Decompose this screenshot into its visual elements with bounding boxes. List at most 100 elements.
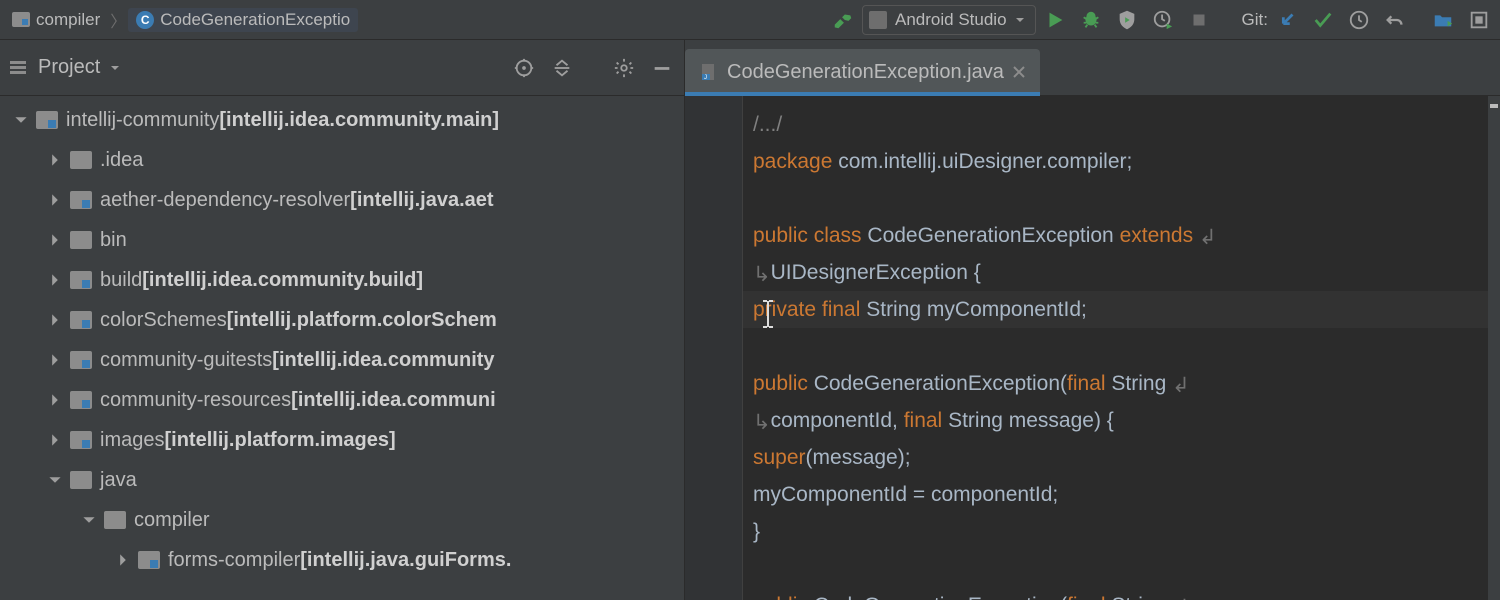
breadcrumb-file-label: CodeGenerationExceptio — [160, 10, 350, 30]
breadcrumb-folder[interactable]: compiler — [4, 8, 108, 32]
open-folder-icon — [1432, 9, 1454, 31]
clock-icon — [1348, 9, 1370, 31]
tree-item[interactable]: colorSchemes [intellij.platform.colorSch… — [0, 300, 684, 340]
chevron-down-icon — [82, 513, 96, 527]
folder-icon — [70, 471, 92, 489]
editor-gutter[interactable] — [685, 96, 743, 600]
tree-item[interactable]: images [intellij.platform.images] — [0, 420, 684, 460]
code-line: myComponentId = componentId; — [753, 476, 1488, 513]
gear-icon — [613, 57, 635, 79]
module-folder-icon — [70, 431, 92, 449]
chevron-right-icon — [48, 233, 62, 247]
folder-icon — [70, 231, 92, 249]
chevron-right-icon — [48, 273, 62, 287]
tree-item[interactable]: community-resources [intellij.idea.commu… — [0, 380, 684, 420]
editor-scrollbar[interactable] — [1488, 96, 1500, 600]
chevron-down-icon — [14, 113, 28, 127]
code-line: private final String myComponentId; — [753, 291, 1488, 328]
open-folder-button[interactable] — [1426, 3, 1460, 37]
tree-item[interactable]: aether-dependency-resolver [intellij.jav… — [0, 180, 684, 220]
profiler-button[interactable] — [1146, 3, 1180, 37]
hammer-icon — [832, 9, 854, 31]
project-icon — [8, 58, 28, 78]
code-line: /.../ — [753, 106, 1488, 143]
git-rollback-button[interactable] — [1378, 3, 1412, 37]
chevron-right-icon — [48, 193, 62, 207]
clock-run-icon — [1152, 9, 1174, 31]
editor-tab[interactable]: J CodeGenerationException.java — [685, 49, 1040, 95]
breadcrumb-separator: 〉 — [110, 8, 126, 32]
code-line: ↳UIDesignerException { — [753, 254, 1488, 291]
tree-item[interactable]: community-guitests [intellij.idea.commun… — [0, 340, 684, 380]
module-folder-icon — [70, 391, 92, 409]
tree-item[interactable]: compiler — [0, 500, 684, 540]
minimize-icon — [651, 57, 673, 79]
code-line — [753, 328, 1488, 365]
tree-item-label: .idea — [100, 149, 143, 172]
breadcrumb-file[interactable]: C CodeGenerationExceptio — [128, 8, 358, 32]
search-everywhere-icon — [1468, 9, 1490, 31]
collapse-all-button[interactable] — [548, 54, 576, 82]
tree-item-qualifier: [intellij.java.aet — [350, 189, 493, 212]
git-update-button[interactable] — [1270, 3, 1304, 37]
hide-panel-button[interactable] — [648, 54, 676, 82]
stop-icon — [1188, 9, 1210, 31]
arrow-down-left-icon — [1276, 9, 1298, 31]
tree-item[interactable]: forms-compiler [intellij.java.guiForms. — [0, 540, 684, 580]
tree-item-qualifier: [intellij.idea.community.build] — [142, 269, 423, 292]
tree-item-label: community-guitests — [100, 349, 272, 372]
chevron-right-icon — [48, 313, 62, 327]
tree-item-qualifier: [intellij.idea.community.main] — [219, 109, 499, 132]
code-line: ↳componentId, final String message) { — [753, 402, 1488, 439]
tree-item-qualifier: [intellij.java.guiForms. — [300, 549, 511, 572]
collapse-icon — [551, 57, 573, 79]
tree-item-label: bin — [100, 229, 127, 252]
tree-item-label: intellij-community — [66, 109, 219, 132]
target-icon — [513, 57, 535, 79]
breadcrumb-folder-label: compiler — [36, 10, 100, 30]
chevron-down-icon — [110, 63, 120, 73]
project-view-select[interactable]: Project — [8, 56, 120, 79]
code-editor[interactable]: /.../package com.intellij.uiDesigner.com… — [685, 96, 1500, 600]
tree-item[interactable]: intellij-community [intellij.idea.commun… — [0, 100, 684, 140]
module-folder-icon — [70, 351, 92, 369]
build-button[interactable] — [826, 3, 860, 37]
run-configuration-select[interactable]: Android Studio — [862, 5, 1036, 35]
coverage-button[interactable] — [1110, 3, 1144, 37]
tree-item-label: compiler — [134, 509, 210, 532]
code-line: super(message); — [753, 439, 1488, 476]
run-configuration-label: Android Studio — [895, 10, 1007, 30]
select-opened-file-button[interactable] — [510, 54, 538, 82]
tree-item-qualifier: [intellij.idea.communi — [291, 389, 495, 412]
undo-icon — [1384, 9, 1406, 31]
chevron-down-icon — [48, 473, 62, 487]
stop-button[interactable] — [1182, 3, 1216, 37]
tree-item[interactable]: bin — [0, 220, 684, 260]
shield-icon — [1116, 9, 1138, 31]
git-commit-button[interactable] — [1306, 3, 1340, 37]
tree-item-label: colorSchemes — [100, 309, 227, 332]
tree-item[interactable]: build [intellij.idea.community.build] — [0, 260, 684, 300]
scroll-marker — [1490, 104, 1498, 108]
git-history-button[interactable] — [1342, 3, 1376, 37]
tree-item[interactable]: java — [0, 460, 684, 500]
tree-item-qualifier: [intellij.platform.colorSchem — [227, 309, 497, 332]
tree-item-label: community-resources — [100, 389, 291, 412]
code-line: public class CodeGenerationException ext… — [753, 217, 1488, 254]
folder-icon — [70, 151, 92, 169]
project-view-label: Project — [38, 56, 100, 79]
close-icon[interactable] — [1012, 65, 1026, 79]
code-line — [753, 180, 1488, 217]
tree-item-label: build — [100, 269, 142, 292]
run-button[interactable] — [1038, 3, 1072, 37]
chevron-right-icon — [116, 553, 130, 567]
search-button[interactable] — [1462, 3, 1496, 37]
tree-item-qualifier: [intellij.idea.community — [272, 349, 494, 372]
tree-item[interactable]: .idea — [0, 140, 684, 180]
code-line: public CodeGenerationException(final Str… — [753, 365, 1488, 402]
chevron-right-icon — [48, 393, 62, 407]
tree-item-label: images — [100, 429, 164, 452]
debug-button[interactable] — [1074, 3, 1108, 37]
git-label: Git: — [1242, 10, 1268, 30]
project-settings-button[interactable] — [610, 54, 638, 82]
